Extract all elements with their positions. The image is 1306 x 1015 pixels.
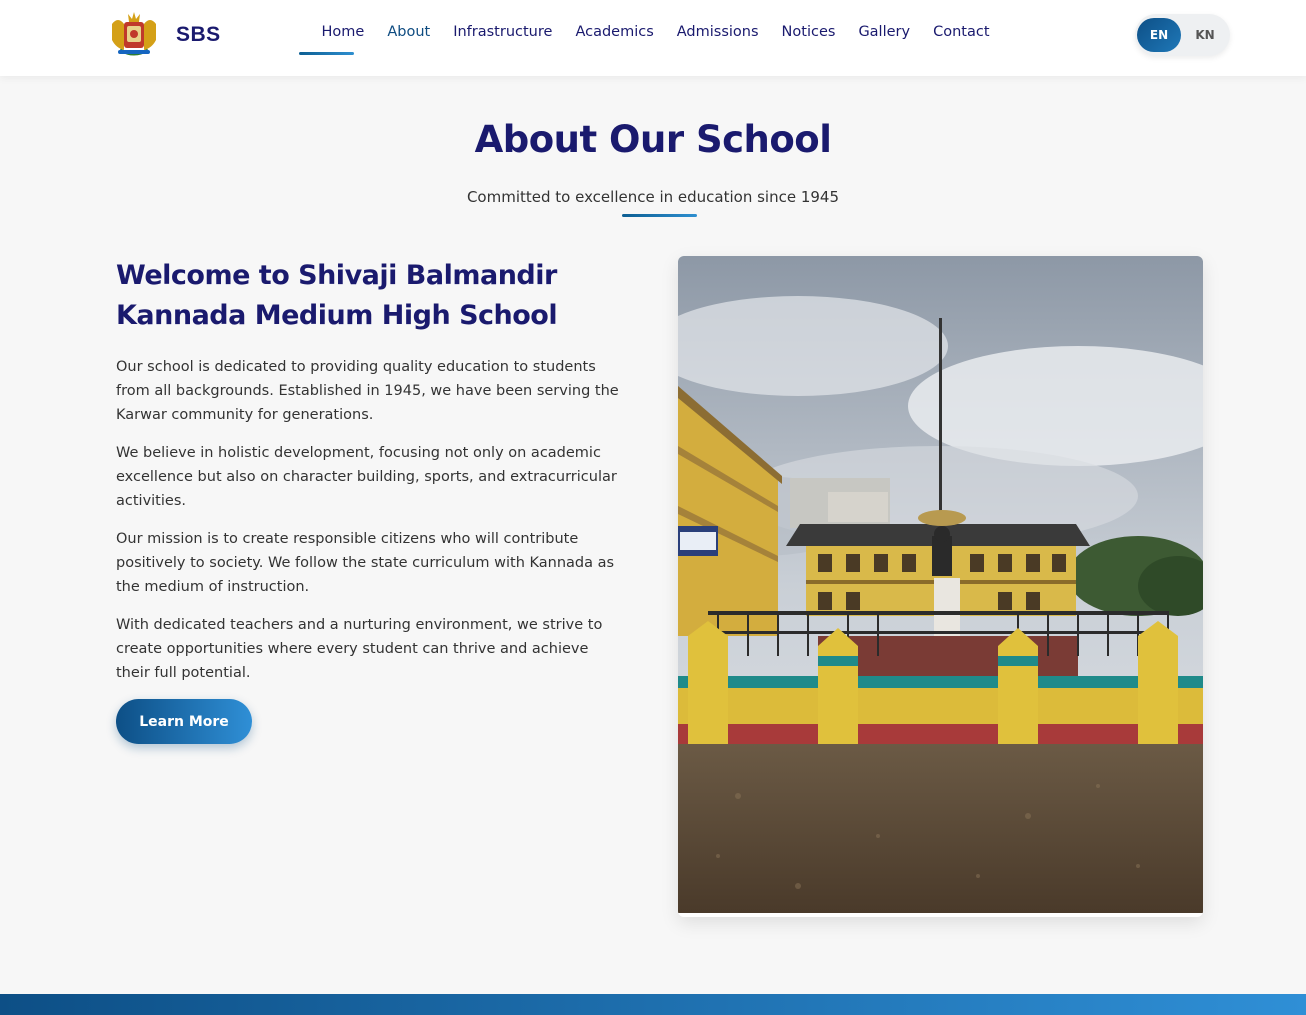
nav-infrastructure[interactable]: Infrastructure <box>442 24 564 40</box>
lang-en-button[interactable]: EN <box>1137 18 1181 52</box>
section-title: About Our School <box>474 118 832 161</box>
school-photo <box>678 256 1203 917</box>
welcome-heading: Welcome to Shivaji Balmandir Kannada Med… <box>116 260 558 331</box>
navbar: SBS Home About Infrastructure Academics … <box>0 0 1306 76</box>
nav-about[interactable]: About <box>376 24 442 40</box>
karnataka-emblem-icon <box>112 12 156 56</box>
logo[interactable] <box>108 10 160 58</box>
nav-gallery[interactable]: Gallery <box>847 24 922 40</box>
nav-contact[interactable]: Contact <box>922 24 1001 40</box>
about-paragraph-1: Our school is dedicated to providing qua… <box>116 359 619 423</box>
about-paragraph-2: We believe in holistic development, focu… <box>116 445 617 509</box>
title-underline <box>622 214 697 217</box>
nav-notices[interactable]: Notices <box>770 24 847 40</box>
nav-academics[interactable]: Academics <box>564 24 665 40</box>
brand-name[interactable]: SBS <box>176 23 221 47</box>
school-building-image <box>678 256 1203 913</box>
about-paragraph-3: Our mission is to create responsible cit… <box>116 531 615 595</box>
learn-more-button[interactable]: Learn More <box>116 699 252 744</box>
nav-home[interactable]: Home <box>299 24 376 55</box>
language-toggle: EN KN <box>1135 14 1230 56</box>
lang-kn-button[interactable]: KN <box>1183 18 1227 52</box>
nav-admissions[interactable]: Admissions <box>665 24 770 40</box>
section-subtitle: Committed to excellence in education sin… <box>466 188 840 206</box>
footer-bar <box>0 994 1306 1015</box>
about-paragraph-4: With dedicated teachers and a nurturing … <box>116 617 603 681</box>
main-nav: Home About Infrastructure Academics Admi… <box>299 24 1001 55</box>
